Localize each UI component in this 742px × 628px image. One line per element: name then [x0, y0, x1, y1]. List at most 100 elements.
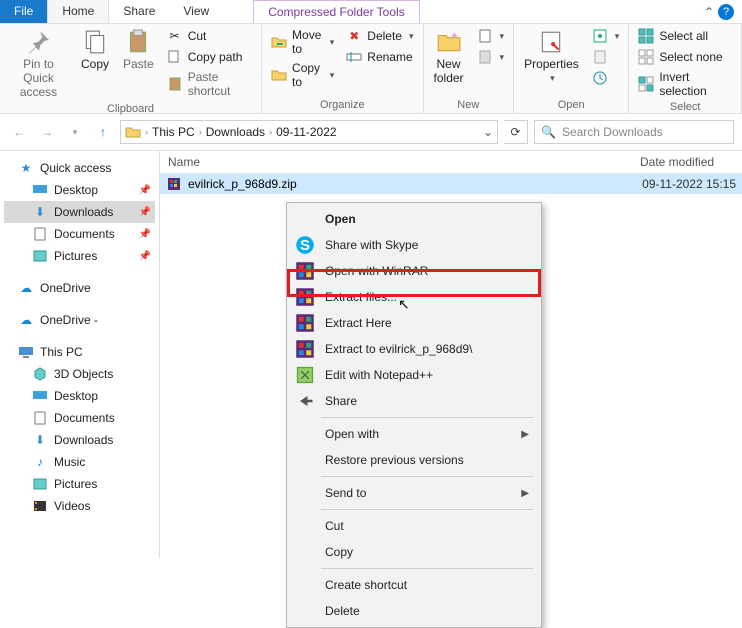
tree-music[interactable]: ♪Music: [4, 451, 155, 473]
videos-icon: [32, 498, 48, 514]
downloads-icon: ⬇: [32, 432, 48, 448]
cloud-icon: ☁: [18, 312, 34, 328]
tree-desktop[interactable]: Desktop📌: [4, 179, 155, 201]
ctx-share-skype[interactable]: SShare with Skype: [289, 232, 539, 258]
ctx-delete[interactable]: Delete: [289, 598, 539, 624]
ctx-share[interactable]: Share: [289, 388, 539, 414]
copyto-icon: [271, 67, 287, 83]
ctx-restore-versions[interactable]: Restore previous versions: [289, 447, 539, 473]
pin-icon: 📌: [139, 185, 151, 196]
crumb-thispc[interactable]: This PC: [152, 125, 195, 139]
ctx-extract-here[interactable]: Extract Here: [289, 310, 539, 336]
submenu-arrow-icon: ▶: [521, 488, 529, 499]
dropdown-icon: ▾: [330, 37, 335, 48]
group-select-label: Select: [635, 101, 735, 113]
nav-back-button[interactable]: ←: [8, 121, 30, 143]
properties-button[interactable]: Properties▾: [520, 27, 583, 86]
pin-icon: [24, 29, 52, 55]
invert-selection-button[interactable]: Invert selection: [635, 69, 735, 99]
documents-icon: [32, 226, 48, 242]
new-item-button[interactable]: ▾: [474, 27, 508, 45]
svg-text:S: S: [300, 237, 310, 254]
tab-share[interactable]: Share: [109, 0, 169, 23]
easy-access-icon: [477, 49, 493, 65]
pin-icon: 📌: [139, 207, 151, 218]
ctx-open[interactable]: Open: [289, 206, 539, 232]
select-all-button[interactable]: Select all: [635, 27, 735, 45]
tree-thispc[interactable]: This PC: [4, 341, 155, 363]
pin-quick-access-button[interactable]: Pin to Quick access: [6, 27, 71, 101]
history-button[interactable]: [589, 69, 623, 87]
crumb-folder[interactable]: 09-11-2022: [276, 125, 337, 139]
copy-button[interactable]: Copy: [77, 27, 113, 73]
open-icon: [592, 28, 608, 44]
notepadpp-icon: [295, 366, 315, 384]
select-none-button[interactable]: Select none: [635, 48, 735, 66]
ctx-create-shortcut[interactable]: Create shortcut: [289, 572, 539, 598]
tab-home[interactable]: Home: [47, 0, 109, 23]
music-icon: ♪: [32, 454, 48, 470]
copy-icon: [81, 29, 109, 55]
tree-documents-2[interactable]: Documents: [4, 407, 155, 429]
location-icon: [125, 124, 141, 140]
open-button[interactable]: ▾: [589, 27, 623, 45]
nav-forward-button[interactable]: →: [36, 121, 58, 143]
tree-downloads[interactable]: ⬇Downloads📌: [4, 201, 155, 223]
refresh-button[interactable]: ⟳: [504, 120, 528, 144]
easy-access-button[interactable]: ▾: [474, 48, 508, 66]
tree-videos[interactable]: Videos: [4, 495, 155, 517]
chevron-right-icon[interactable]: ›: [145, 127, 148, 137]
tree-pictures[interactable]: Pictures📌: [4, 245, 155, 267]
move-to-button[interactable]: Move to▾: [268, 27, 337, 57]
skype-icon: S: [295, 236, 315, 254]
tab-file[interactable]: File: [0, 0, 47, 23]
ribbon-collapse-icon[interactable]: ⌃: [704, 5, 714, 19]
column-date[interactable]: Date modified: [632, 151, 742, 173]
tab-compressed-tools[interactable]: Compressed Folder Tools: [253, 0, 420, 23]
ctx-copy[interactable]: Copy: [289, 539, 539, 565]
ctx-cut[interactable]: Cut: [289, 513, 539, 539]
paste-shortcut-button[interactable]: Paste shortcut: [164, 69, 255, 99]
tree-documents[interactable]: Documents📌: [4, 223, 155, 245]
new-folder-button[interactable]: New folder: [430, 27, 468, 87]
dropdown-icon: ▾: [550, 73, 555, 84]
tree-quick-access[interactable]: ★Quick access: [4, 157, 155, 179]
context-menu: Open SShare with Skype Open with WinRAR …: [286, 202, 542, 628]
copy-to-button[interactable]: Copy to▾: [268, 60, 337, 90]
highlight-box: [287, 269, 541, 297]
paste-icon: [124, 29, 152, 55]
column-name[interactable]: Name: [160, 151, 632, 173]
tree-onedrive-2[interactable]: ☁OneDrive -: [4, 309, 155, 331]
chevron-right-icon[interactable]: ›: [269, 127, 272, 137]
ctx-send-to[interactable]: Send to▶: [289, 480, 539, 506]
chevron-right-icon[interactable]: ›: [199, 127, 202, 137]
ctx-extract-to[interactable]: Extract to evilrick_p_968d9\: [289, 336, 539, 362]
cloud-icon: ☁: [18, 280, 34, 296]
rename-button[interactable]: Rename: [343, 48, 416, 66]
crumb-downloads[interactable]: Downloads: [206, 125, 265, 139]
paste-button[interactable]: Paste: [119, 27, 158, 73]
address-dropdown-icon[interactable]: ⌄: [483, 125, 493, 139]
desktop-icon: [32, 388, 48, 404]
nav-recent-button[interactable]: ▾: [64, 121, 86, 143]
cut-button[interactable]: ✂Cut: [164, 27, 255, 45]
edit-button[interactable]: [589, 48, 623, 66]
search-input[interactable]: 🔍 Search Downloads: [534, 120, 734, 144]
copy-path-button[interactable]: Copy path: [164, 48, 255, 66]
tree-onedrive[interactable]: ☁OneDrive: [4, 277, 155, 299]
moveto-icon: [271, 34, 287, 50]
pin-label: Pin to Quick access: [10, 57, 67, 99]
help-icon[interactable]: ?: [718, 4, 734, 20]
ctx-open-with[interactable]: Open with▶: [289, 421, 539, 447]
nav-up-button[interactable]: ↑: [92, 121, 114, 143]
ctx-notepad[interactable]: Edit with Notepad++: [289, 362, 539, 388]
delete-button[interactable]: ✖Delete▾: [343, 27, 416, 45]
tab-view[interactable]: View: [169, 0, 223, 23]
tree-desktop-2[interactable]: Desktop: [4, 385, 155, 407]
group-select: Select all Select none Invert selection …: [629, 24, 742, 113]
tree-3dobjects[interactable]: 3D Objects: [4, 363, 155, 385]
tree-downloads-2[interactable]: ⬇Downloads: [4, 429, 155, 451]
tree-pictures-2[interactable]: Pictures: [4, 473, 155, 495]
file-row[interactable]: evilrick_p_968d9.zip 09-11-2022 15:15: [160, 174, 742, 194]
breadcrumb[interactable]: › This PC › Downloads › 09-11-2022 ⌄: [120, 120, 498, 144]
